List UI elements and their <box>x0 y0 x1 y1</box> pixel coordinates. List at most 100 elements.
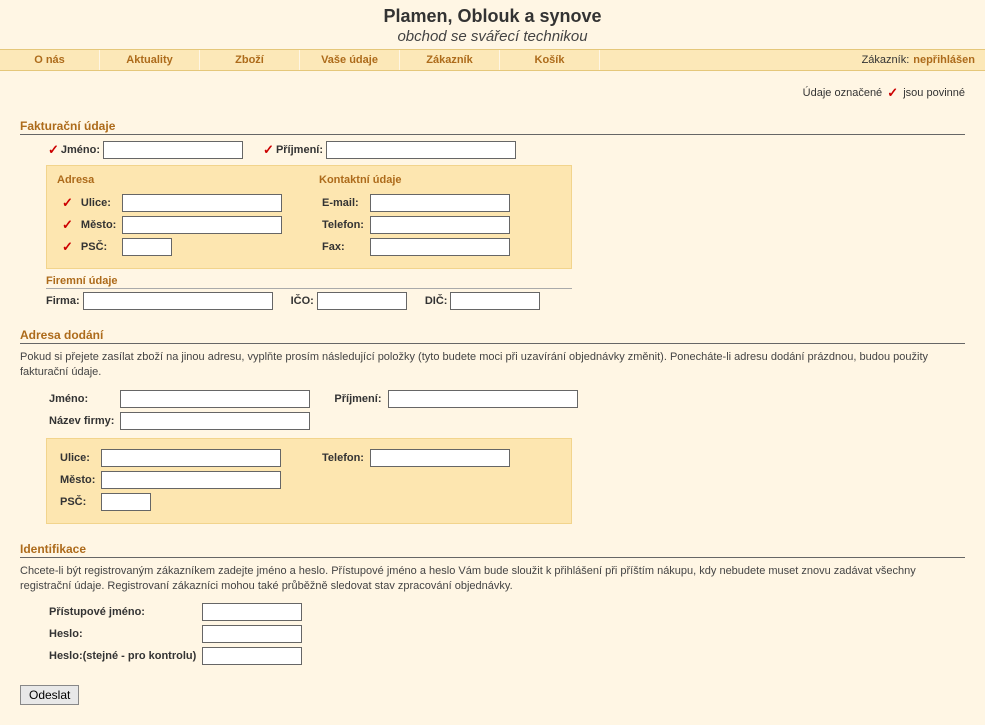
billing-title: Fakturační údaje <box>20 119 965 135</box>
billing-company-title: Firemní údaje <box>46 275 572 289</box>
billing-company-row: Firma: IČO: DIČ: <box>46 292 965 310</box>
billing-company-label: Firma: <box>46 295 80 307</box>
ident-desc: Chcete-li být registrovaným zákazníkem z… <box>20 564 965 594</box>
shipping-phone-table: Telefon: <box>319 447 513 469</box>
site-title: Plamen, Oblouk a synove <box>0 6 985 27</box>
nav-goods[interactable]: Zboží <box>200 50 300 70</box>
ident-password-label: Heslo: <box>46 623 199 645</box>
billing-fax-label: Fax: <box>319 236 367 258</box>
billing-fax-input[interactable] <box>370 238 510 256</box>
shipping-firstname-input[interactable] <box>120 390 310 408</box>
shipping-name-table: Jméno: Příjmení: Název firmy: <box>46 388 581 432</box>
shipping-desc: Pokud si přejete zasílat zboží na jinou … <box>20 350 965 380</box>
required-note-before: Údaje označené <box>803 87 883 99</box>
nav-customer[interactable]: Zákazník <box>400 50 500 70</box>
billing-company-input[interactable] <box>83 292 273 310</box>
billing-name-row: ✓ Jméno: ✓ Příjmení: <box>46 141 965 159</box>
billing-contact-title: Kontaktní údaje <box>319 174 561 186</box>
billing-contact-table: E-mail: Telefon: Fax: <box>319 192 513 258</box>
shipping-city-input[interactable] <box>101 471 281 489</box>
billing-city-input[interactable] <box>122 216 282 234</box>
shipping-phone-col: Telefon: <box>319 447 561 513</box>
shipping-street-input[interactable] <box>101 449 281 467</box>
billing-ico-field: IČO: <box>291 292 407 310</box>
nav-news[interactable]: Aktuality <box>100 50 200 70</box>
ident-login-label: Přístupové jméno: <box>46 601 199 623</box>
shipping-company-input[interactable] <box>120 412 310 430</box>
billing-company-field: Firma: <box>46 292 273 310</box>
site-subtitle: obchod se svářecí technikou <box>0 28 985 45</box>
required-icon: ✓ <box>48 142 59 158</box>
ident-password-input[interactable] <box>202 625 302 643</box>
ident-section: Identifikace Chcete-li být registrovaným… <box>20 542 965 668</box>
shipping-body: Jméno: Příjmení: Název firmy: Ulice: <box>20 388 965 524</box>
shipping-addr-table: Ulice: Město: PSČ: <box>57 447 284 513</box>
billing-address-contact-box: Adresa ✓ Ulice: ✓ Město: <box>46 165 572 269</box>
content: Údaje označené ✓ jsou povinné Fakturační… <box>0 71 985 725</box>
required-note-after: jsou povinné <box>903 87 965 99</box>
required-icon: ✓ <box>62 239 73 255</box>
ident-password2-input[interactable] <box>202 647 302 665</box>
shipping-zip-label: PSČ: <box>57 491 98 513</box>
billing-firstname-field: ✓ Jméno: <box>46 141 243 159</box>
billing-street-label: Ulice: <box>78 192 119 214</box>
billing-dic-field: DIČ: <box>425 292 541 310</box>
shipping-title: Adresa dodání <box>20 328 965 344</box>
required-note: Údaje označené ✓ jsou povinné <box>20 85 965 101</box>
submit-button[interactable]: Odeslat <box>20 685 79 705</box>
nav-yourdata[interactable]: Vaše údaje <box>300 50 400 70</box>
shipping-addr-box: Ulice: Město: PSČ: <box>46 438 572 524</box>
ident-login-input[interactable] <box>202 603 302 621</box>
shipping-street-label: Ulice: <box>57 447 98 469</box>
ident-password2-label: Heslo:(stejné - pro kontrolu) <box>46 645 199 667</box>
shipping-city-label: Město: <box>57 469 98 491</box>
required-icon: ✓ <box>62 195 73 211</box>
billing-city-label: Město: <box>78 214 119 236</box>
nav-cart[interactable]: Košík <box>500 50 600 70</box>
billing-firstname-label: Jméno: <box>61 144 100 156</box>
login-status-label: Zákazník: <box>862 54 910 66</box>
shipping-lastname-label: Příjmení: <box>331 388 384 410</box>
required-icon: ✓ <box>887 85 898 101</box>
billing-firstname-input[interactable] <box>103 141 243 159</box>
billing-street-input[interactable] <box>122 194 282 212</box>
shipping-zip-input[interactable] <box>101 493 151 511</box>
shipping-phone-input[interactable] <box>370 449 510 467</box>
shipping-lastname-input[interactable] <box>388 390 578 408</box>
shipping-company-label: Název firmy: <box>46 410 117 432</box>
billing-contact-col: Kontaktní údaje E-mail: Telefon: Fax: <box>319 174 561 258</box>
nav-about[interactable]: O nás <box>0 50 100 70</box>
billing-zip-label: PSČ: <box>78 236 119 258</box>
page-header: Plamen, Oblouk a synove obchod se svářec… <box>0 0 985 49</box>
billing-email-input[interactable] <box>370 194 510 212</box>
nav-spacer <box>600 50 852 70</box>
billing-dic-label: DIČ: <box>425 295 448 307</box>
ident-body: Přístupové jméno: Heslo: Heslo:(stejné -… <box>20 601 965 667</box>
billing-phone-input[interactable] <box>370 216 510 234</box>
required-icon: ✓ <box>62 217 73 233</box>
billing-lastname-input[interactable] <box>326 141 516 159</box>
billing-lastname-label: Příjmení: <box>276 144 323 156</box>
ident-table: Přístupové jméno: Heslo: Heslo:(stejné -… <box>46 601 305 667</box>
billing-phone-label: Telefon: <box>319 214 367 236</box>
billing-email-label: E-mail: <box>319 192 367 214</box>
shipping-addr-col: Ulice: Město: PSČ: <box>57 447 299 513</box>
required-icon: ✓ <box>263 142 274 158</box>
login-status: Zákazník: nepřihlášen <box>852 50 985 70</box>
billing-zip-input[interactable] <box>122 238 172 256</box>
billing-address-col: Adresa ✓ Ulice: ✓ Město: <box>57 174 299 258</box>
billing-body: ✓ Jméno: ✓ Příjmení: Adresa ✓ Ulice <box>20 141 965 310</box>
shipping-phone-label: Telefon: <box>319 447 367 469</box>
billing-ico-input[interactable] <box>317 292 407 310</box>
billing-dic-input[interactable] <box>450 292 540 310</box>
shipping-firstname-label: Jméno: <box>46 388 117 410</box>
login-status-value: nepřihlášen <box>913 54 975 66</box>
shipping-section: Adresa dodání Pokud si přejete zasílat z… <box>20 328 965 524</box>
nav-bar: O nás Aktuality Zboží Vaše údaje Zákazní… <box>0 49 985 71</box>
billing-lastname-field: ✓ Příjmení: <box>261 141 516 159</box>
billing-address-title: Adresa <box>57 174 299 186</box>
billing-address-table: ✓ Ulice: ✓ Město: ✓ PSČ: <box>57 192 285 258</box>
billing-ico-label: IČO: <box>291 295 314 307</box>
ident-title: Identifikace <box>20 542 965 558</box>
billing-section: Fakturační údaje ✓ Jméno: ✓ Příjmení: Ad… <box>20 119 965 310</box>
